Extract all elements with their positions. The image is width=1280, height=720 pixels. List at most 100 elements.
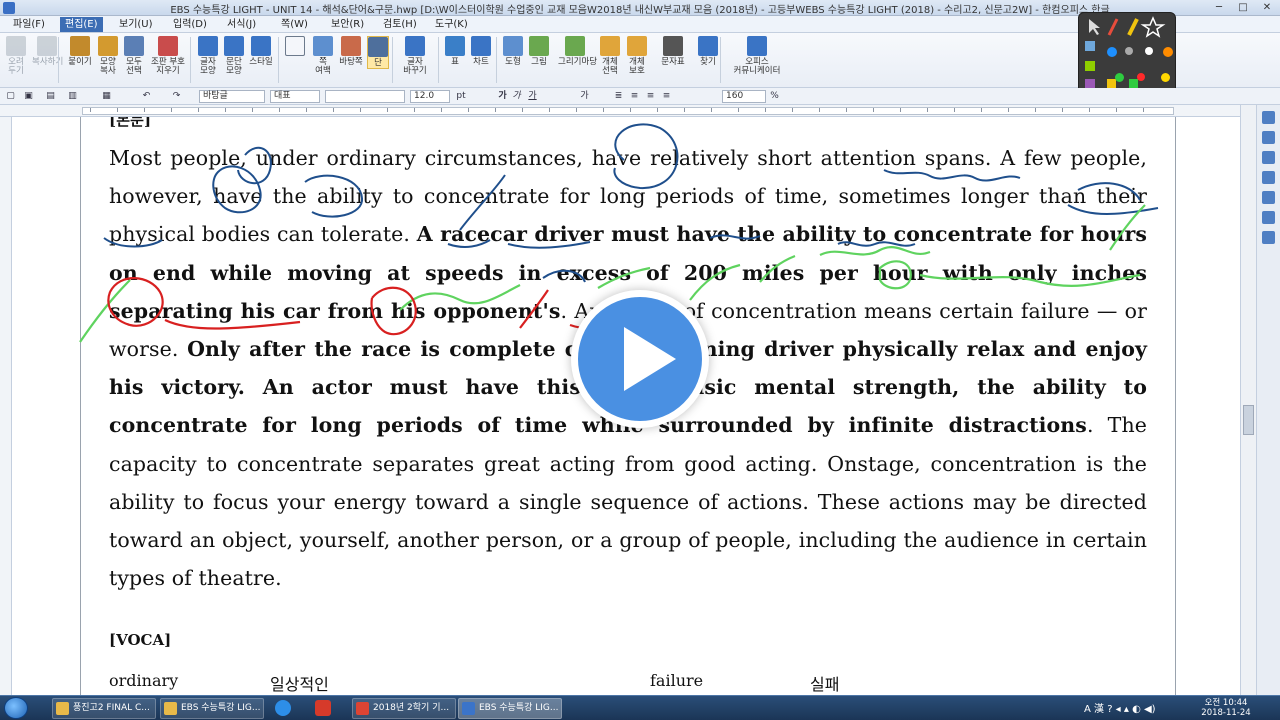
ribbon-button[interactable]: 표 bbox=[444, 36, 466, 67]
highlighter-icon[interactable] bbox=[1127, 18, 1139, 36]
ribbon-button[interactable]: 스타일 bbox=[248, 36, 274, 67]
underline-icon[interactable]: 가 bbox=[526, 90, 539, 103]
ribbon-button[interactable]: 바탕쪽 bbox=[338, 36, 364, 67]
screen-icon[interactable] bbox=[1085, 61, 1095, 71]
taskbar-task[interactable]: EBS 수능특강 LIG... bbox=[458, 698, 562, 719]
star-icon[interactable] bbox=[1140, 16, 1166, 38]
taskbar-task[interactable]: EBS 수능특강 LIG... bbox=[160, 698, 264, 719]
ribbon-button[interactable]: 조판 부호 지우기 bbox=[148, 36, 188, 76]
pointer-icon[interactable] bbox=[1089, 19, 1100, 35]
ribbon-button[interactable]: 모양 복사 bbox=[96, 36, 120, 76]
italic-icon[interactable]: 가 bbox=[510, 90, 523, 103]
font-color-icon[interactable]: 가 bbox=[578, 90, 591, 103]
minimize-button[interactable]: ─ bbox=[1208, 1, 1230, 14]
align-left-icon[interactable]: ≡ bbox=[628, 90, 641, 103]
voca-word: ordinary bbox=[109, 671, 179, 690]
taskbar-clock[interactable]: 오전 10:44 2018-11-24 bbox=[1196, 698, 1256, 718]
ruler-tick bbox=[522, 108, 523, 112]
undo-icon[interactable]: ↶ bbox=[140, 90, 153, 103]
communicator-icon bbox=[747, 36, 767, 56]
align-justify-icon[interactable]: ≣ bbox=[612, 90, 625, 103]
system-tray[interactable]: A 漢 ? ◂ ▴ ◐ ◀) bbox=[1084, 700, 1156, 715]
new-doc-icon[interactable]: ▢ bbox=[4, 90, 17, 103]
side-panel-icon[interactable] bbox=[1262, 171, 1275, 184]
start-button[interactable] bbox=[4, 697, 28, 719]
vertical-ruler[interactable] bbox=[0, 117, 12, 695]
zoom-input[interactable]: 160 bbox=[722, 90, 766, 103]
vertical-scrollbar[interactable] bbox=[1240, 105, 1256, 695]
bold-icon[interactable]: 가 bbox=[496, 90, 509, 103]
ruler-tick bbox=[954, 108, 955, 112]
ribbon-button[interactable]: 그리기마당 bbox=[558, 36, 597, 67]
side-panel-icon[interactable] bbox=[1262, 191, 1275, 204]
taskbar-task[interactable]: 2018년 2학기 기... bbox=[352, 698, 456, 719]
preview-icon[interactable]: ▦ bbox=[100, 90, 113, 103]
pen-color-swatch[interactable] bbox=[1107, 47, 1117, 57]
ribbon-button[interactable]: 문단 모양 bbox=[222, 36, 246, 76]
menu-item[interactable]: 서식(J) bbox=[222, 17, 261, 32]
close-button[interactable]: ✕ bbox=[1256, 1, 1278, 14]
redo-icon[interactable]: ↷ bbox=[170, 90, 183, 103]
pdf-pinned-icon[interactable] bbox=[308, 698, 338, 719]
maximize-button[interactable]: □ bbox=[1232, 1, 1254, 14]
ribbon-separator bbox=[438, 37, 439, 83]
ribbon-button[interactable] bbox=[284, 36, 306, 58]
menu-item[interactable]: 검토(H) bbox=[378, 17, 422, 32]
menu-item[interactable]: 보안(R) bbox=[326, 17, 369, 32]
taskbar-task[interactable]: 풍진고2 FINAL C... bbox=[52, 698, 156, 719]
side-panel-icon[interactable] bbox=[1262, 131, 1275, 144]
save-icon[interactable]: ▤ bbox=[44, 90, 57, 103]
align-right-icon[interactable]: ≡ bbox=[644, 90, 657, 103]
pen-color-swatch[interactable] bbox=[1125, 47, 1133, 55]
open-icon[interactable]: ▣ bbox=[22, 90, 35, 103]
font-select[interactable] bbox=[325, 90, 405, 103]
pen-color-swatch[interactable] bbox=[1137, 73, 1145, 81]
ribbon-button[interactable]: 문자표 bbox=[660, 36, 686, 67]
ribbon-button[interactable]: 쪽 여백 bbox=[310, 36, 336, 76]
ribbon-button[interactable]: 차트 bbox=[470, 36, 492, 67]
ruler-tick bbox=[576, 108, 577, 112]
ribbon-button[interactable]: 개체 보호 bbox=[624, 36, 650, 76]
ruler-tick bbox=[252, 108, 253, 112]
ribbon-button[interactable]: 오려 두기 bbox=[4, 36, 28, 76]
align-center-icon[interactable]: ≡ bbox=[660, 90, 673, 103]
ribbon-button[interactable]: 오피스 커뮤니케이터 bbox=[730, 36, 784, 76]
pen-color-swatch[interactable] bbox=[1145, 47, 1153, 55]
language-select[interactable]: 대표 bbox=[270, 90, 320, 103]
pen-color-swatch[interactable] bbox=[1115, 73, 1124, 82]
ribbon-button[interactable]: 도형 bbox=[502, 36, 524, 67]
menu-item[interactable]: 파일(F) bbox=[8, 17, 50, 32]
menu-item[interactable]: 도구(K) bbox=[430, 17, 473, 32]
pen-color-swatch[interactable] bbox=[1161, 73, 1170, 82]
menu-item[interactable]: 보기(U) bbox=[114, 17, 158, 32]
side-panel-icon[interactable] bbox=[1262, 111, 1275, 124]
side-panel-icon[interactable] bbox=[1262, 151, 1275, 164]
scrollbar-thumb[interactable] bbox=[1243, 405, 1254, 435]
pen-palette[interactable] bbox=[1078, 12, 1176, 96]
pen-color-swatch[interactable] bbox=[1163, 47, 1173, 57]
ribbon-button[interactable]: 글자 모양 bbox=[196, 36, 220, 76]
pen-icon[interactable] bbox=[1107, 18, 1119, 36]
ribbon-button[interactable]: 글자 바꾸기 bbox=[400, 36, 430, 76]
ribbon-button[interactable]: 그림 bbox=[528, 36, 550, 67]
ribbon-button[interactable]: 모두 선택 bbox=[122, 36, 146, 76]
ribbon-button[interactable]: 붙이기 bbox=[66, 36, 94, 67]
video-play-button[interactable] bbox=[571, 290, 709, 428]
ie-pinned-icon[interactable] bbox=[268, 698, 298, 719]
ruler-tick bbox=[927, 108, 928, 112]
menu-item[interactable]: 입력(D) bbox=[168, 17, 212, 32]
font-size-input[interactable]: 12.0 bbox=[410, 90, 450, 103]
style-select[interactable]: 바탕글 bbox=[199, 90, 265, 103]
ribbon-button[interactable]: 찾기 bbox=[696, 36, 720, 67]
task-label: 풍진고2 FINAL C... bbox=[73, 703, 150, 713]
side-panel-icon[interactable] bbox=[1262, 231, 1275, 244]
menu-item[interactable]: 쪽(W) bbox=[276, 17, 313, 32]
ruler-tick bbox=[603, 108, 604, 112]
eraser-icon[interactable] bbox=[1085, 41, 1095, 51]
ribbon-button[interactable]: 단 bbox=[367, 36, 389, 69]
side-panel-icon[interactable] bbox=[1262, 211, 1275, 224]
horizontal-ruler[interactable] bbox=[0, 105, 1256, 117]
ribbon-button[interactable]: 개체 선택 bbox=[598, 36, 622, 76]
menu-item[interactable]: 편집(E) bbox=[60, 17, 103, 32]
print-icon[interactable]: ▥ bbox=[66, 90, 79, 103]
